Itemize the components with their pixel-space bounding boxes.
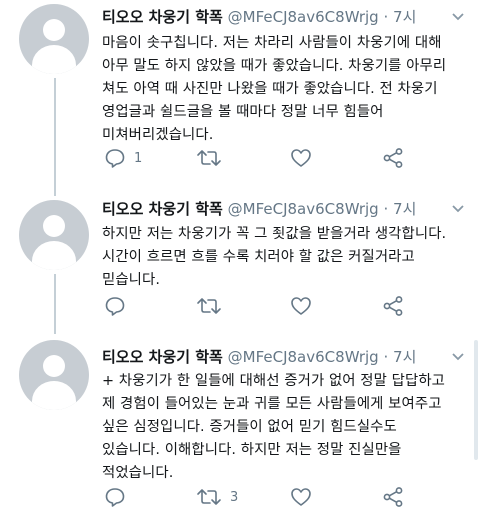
separator: · <box>383 8 389 26</box>
separator: · <box>383 348 389 366</box>
retweet-count: 3 <box>230 489 239 505</box>
tweet-3[interactable]: 티오오 차웅기 학폭 @MFeCJ8av6C8Wrjg · 7시 + 차웅기가 … <box>0 338 480 514</box>
chevron-down-icon[interactable] <box>450 200 466 216</box>
tweet-2[interactable]: 티오오 차웅기 학폭 @MFeCJ8av6C8Wrjg · 7시 하지만 저는 … <box>0 192 480 332</box>
author-name[interactable]: 티오오 차웅기 학폭 <box>102 200 223 218</box>
reply-button[interactable]: 1 <box>104 147 142 169</box>
retweet-icon <box>196 486 222 508</box>
tweet-text: 마음이 솟구칩니다. 저는 차라리 사람들이 차웅기에 대해 아무 말도 하지 … <box>102 35 447 143</box>
heart-icon <box>290 295 312 317</box>
avatar-head-shape <box>43 355 65 377</box>
chevron-down-icon[interactable] <box>450 8 466 24</box>
avatar-head-shape <box>43 19 65 41</box>
timestamp[interactable]: 7시 <box>393 200 416 218</box>
scrollbar[interactable] <box>474 340 478 460</box>
separator: · <box>383 200 389 218</box>
tweet-header: 티오오 차웅기 학폭 @MFeCJ8av6C8Wrjg · 7시 <box>102 6 416 28</box>
tweet-actions: 1 <box>100 147 430 169</box>
retweet-button[interactable]: 3 <box>196 486 238 508</box>
share-icon <box>382 147 404 169</box>
tweet-actions: 3 <box>100 486 430 508</box>
share-icon <box>382 486 404 508</box>
author-handle[interactable]: @MFeCJ8av6C8Wrjg <box>228 348 379 366</box>
reply-button[interactable] <box>104 486 134 508</box>
avatar[interactable] <box>19 340 89 410</box>
avatar-body-shape <box>32 381 76 410</box>
share-button[interactable] <box>382 295 404 317</box>
retweet-button[interactable] <box>196 295 230 317</box>
retweet-button[interactable] <box>196 147 230 169</box>
tweet-actions <box>100 295 430 317</box>
reply-icon <box>104 486 126 508</box>
author-handle[interactable]: @MFeCJ8av6C8Wrjg <box>228 200 379 218</box>
author-name[interactable]: 티오오 차웅기 학폭 <box>102 8 223 26</box>
avatar-body-shape <box>32 45 76 74</box>
reply-icon <box>104 295 126 317</box>
avatar-head-shape <box>43 215 65 237</box>
author-handle[interactable]: @MFeCJ8av6C8Wrjg <box>228 8 379 26</box>
tweet-text: + 차웅기가 한 일들에 대해선 증거가 없어 정말 답답하고 제 경험이 들어… <box>102 373 446 481</box>
avatar[interactable] <box>19 200 89 270</box>
timestamp[interactable]: 7시 <box>393 8 416 26</box>
avatar-body-shape <box>32 241 76 270</box>
chevron-down-icon[interactable] <box>450 348 466 364</box>
tweet-1[interactable]: 티오오 차웅기 학폭 @MFeCJ8av6C8Wrjg · 7시 마음이 솟구칩… <box>0 0 480 190</box>
tweet-header: 티오오 차웅기 학폭 @MFeCJ8av6C8Wrjg · 7시 <box>102 198 416 220</box>
like-button[interactable] <box>290 147 320 169</box>
reply-count: 1 <box>134 150 143 166</box>
author-name[interactable]: 티오오 차웅기 학폭 <box>102 348 223 366</box>
share-button[interactable] <box>382 147 404 169</box>
tweet-header: 티오오 차웅기 학폭 @MFeCJ8av6C8Wrjg · 7시 <box>102 346 416 368</box>
tweet-text: 하지만 저는 차웅기가 꼭 그 죗값을 받을거라 생각합니다. 시간이 흐르면 … <box>102 226 447 288</box>
retweet-icon <box>196 147 222 169</box>
timestamp[interactable]: 7시 <box>393 348 416 366</box>
share-icon <box>382 295 404 317</box>
heart-icon <box>290 486 312 508</box>
share-button[interactable] <box>382 486 404 508</box>
avatar[interactable] <box>19 4 89 74</box>
reply-button[interactable] <box>104 295 134 317</box>
heart-icon <box>290 147 312 169</box>
like-button[interactable] <box>290 486 320 508</box>
like-button[interactable] <box>290 295 320 317</box>
reply-icon <box>104 147 126 169</box>
retweet-icon <box>196 295 222 317</box>
